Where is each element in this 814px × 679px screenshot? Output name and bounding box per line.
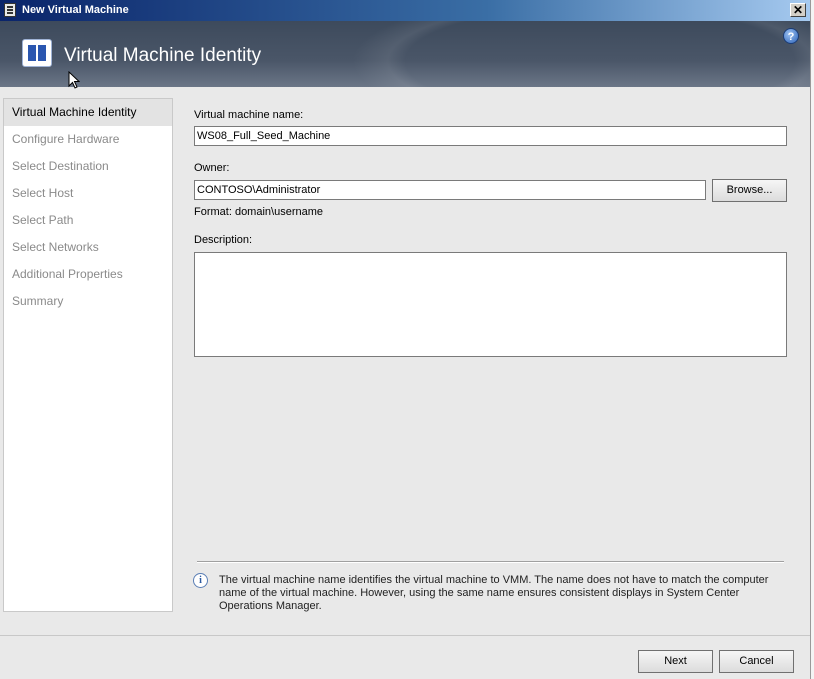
mouse-cursor-icon bbox=[68, 71, 80, 89]
nav-item-summary[interactable]: Summary bbox=[4, 288, 172, 315]
info-separator bbox=[197, 561, 784, 563]
close-button[interactable]: ✕ bbox=[790, 3, 806, 17]
window-title: New Virtual Machine bbox=[22, 4, 129, 16]
app-icon bbox=[4, 3, 16, 17]
cancel-button[interactable]: Cancel bbox=[719, 650, 794, 673]
vm-name-input[interactable] bbox=[194, 126, 787, 146]
info-icon: i bbox=[193, 573, 208, 588]
next-button[interactable]: Next bbox=[638, 650, 713, 673]
nav-item-select-host[interactable]: Select Host bbox=[4, 180, 172, 207]
info-text: The virtual machine name identifies the … bbox=[219, 574, 769, 612]
background-window-edge bbox=[810, 0, 814, 679]
nav-item-virtual-machine-identity[interactable]: Virtual Machine Identity bbox=[4, 99, 172, 126]
virtual-machine-icon bbox=[22, 39, 52, 67]
page-title: Virtual Machine Identity bbox=[64, 45, 262, 66]
nav-item-configure-hardware[interactable]: Configure Hardware bbox=[4, 126, 172, 153]
header-decoration bbox=[350, 21, 810, 87]
description-label: Description: bbox=[194, 234, 253, 246]
wizard-header: Virtual Machine Identity ? bbox=[0, 21, 810, 87]
nav-item-select-path[interactable]: Select Path bbox=[4, 207, 172, 234]
nav-item-select-networks[interactable]: Select Networks bbox=[4, 234, 172, 261]
title-bar: New Virtual Machine ✕ bbox=[0, 0, 810, 21]
vm-name-label: Virtual machine name: bbox=[194, 109, 304, 121]
wizard-steps-nav: Virtual Machine Identity Configure Hardw… bbox=[3, 98, 173, 612]
owner-label: Owner: bbox=[194, 162, 230, 174]
footer-separator bbox=[0, 635, 810, 636]
nav-item-select-destination[interactable]: Select Destination bbox=[4, 153, 172, 180]
nav-item-additional-properties[interactable]: Additional Properties bbox=[4, 261, 172, 288]
help-icon[interactable]: ? bbox=[783, 28, 799, 44]
browse-button[interactable]: Browse... bbox=[712, 179, 787, 202]
new-vm-wizard-window: New Virtual Machine ✕ Virtual Machine Id… bbox=[0, 0, 811, 679]
description-textarea[interactable] bbox=[194, 252, 787, 357]
owner-input[interactable] bbox=[194, 180, 706, 200]
owner-format-hint: Format: domain\username bbox=[194, 206, 323, 218]
